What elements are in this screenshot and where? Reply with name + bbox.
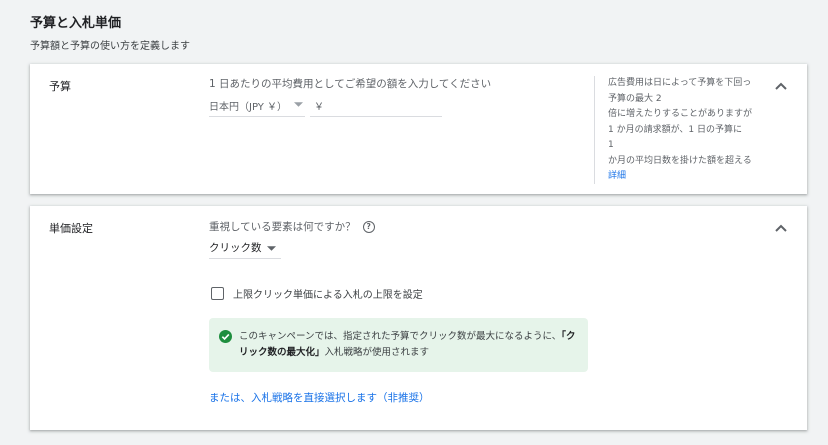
currency-value: 日本円（JPY ￥） <box>209 101 288 113</box>
learn-more-link[interactable]: 詳細 <box>608 169 773 184</box>
budget-bidding-page: 予算と入札単価 予算額と予算の使い方を定義します 予算 1 日あたりの平均費用と… <box>0 0 828 445</box>
help-circle-icon[interactable]: ? <box>362 220 375 233</box>
chevron-up-icon <box>775 224 787 232</box>
help-text-line: 予算の最大 2 <box>608 93 662 104</box>
strategy-info-box: このキャンペーンでは、指定された予算でクリック数が最大になるように、「クリック数… <box>209 318 588 372</box>
select-strategy-link[interactable]: または、入札戦略を直接選択します（非推奨） <box>209 390 430 405</box>
budget-label: 予算 <box>49 80 71 93</box>
dropdown-caret-icon <box>266 245 276 251</box>
help-text-line: 倍に増えたりすることがありますが <box>608 109 753 119</box>
collapse-budget-button[interactable] <box>773 78 789 94</box>
max-cpc-checkbox-label[interactable]: 上限クリック単価による入札の上限を設定 <box>233 286 423 301</box>
chevron-up-icon <box>775 82 787 90</box>
budget-amount-field[interactable]: ￥ <box>310 94 442 117</box>
budget-prompt: 1 日あたりの平均費用としてご希望の額を入力してください <box>209 78 492 90</box>
budget-card: 予算 1 日あたりの平均費用としてご希望の額を入力してください 日本円（JPY … <box>30 64 807 194</box>
check-circle-icon <box>219 330 232 343</box>
info-text-prefix: このキャンペーンでは、指定された予算でクリック数が最大になるように、 <box>239 331 562 342</box>
bid-focus-value: クリック数 <box>209 241 262 254</box>
collapse-bidding-button[interactable] <box>773 220 789 236</box>
max-cpc-checkbox[interactable] <box>211 287 224 300</box>
dropdown-caret-icon <box>294 102 303 107</box>
bidding-label: 単価設定 <box>49 222 93 235</box>
help-text-line: か月の平均日数を掛けた額を超える <box>608 155 752 166</box>
currency-select[interactable]: 日本円（JPY ￥） <box>209 94 305 117</box>
bid-focus-question: 重視している要素は何ですか？ ? <box>209 219 375 234</box>
strategy-info-text: このキャンペーンでは、指定された予算でクリック数が最大になるように、「クリック数… <box>239 329 579 361</box>
section-title: 予算と入札単価 <box>30 16 122 31</box>
bid-focus-question-text: 重視している要素は何ですか？ <box>209 221 356 233</box>
budget-help-panel: 広告費用は日によって予算を下回っ 予算の最大 2 倍に増えたりすることがあります… <box>594 76 773 184</box>
section-subtitle: 予算額と予算の使い方を定義します <box>30 41 190 52</box>
budget-amount-input[interactable] <box>328 98 432 112</box>
info-text-suffix: 入札戦略が使用されます <box>324 347 430 358</box>
bid-focus-select[interactable]: クリック数 <box>209 236 281 259</box>
help-text-line: 1 <box>608 140 614 150</box>
help-text-line: 広告費用は日によって予算を下回っ <box>608 78 752 88</box>
bidding-card: 単価設定 重視している要素は何ですか？ ? クリック数 上限クリック単価による入… <box>30 206 807 430</box>
yen-prefix: ￥ <box>314 101 324 113</box>
help-text-line: 1 か月の請求額が、1 日の予算に <box>608 124 742 135</box>
max-cpc-checkbox-row[interactable]: 上限クリック単価による入札の上限を設定 <box>211 286 423 301</box>
